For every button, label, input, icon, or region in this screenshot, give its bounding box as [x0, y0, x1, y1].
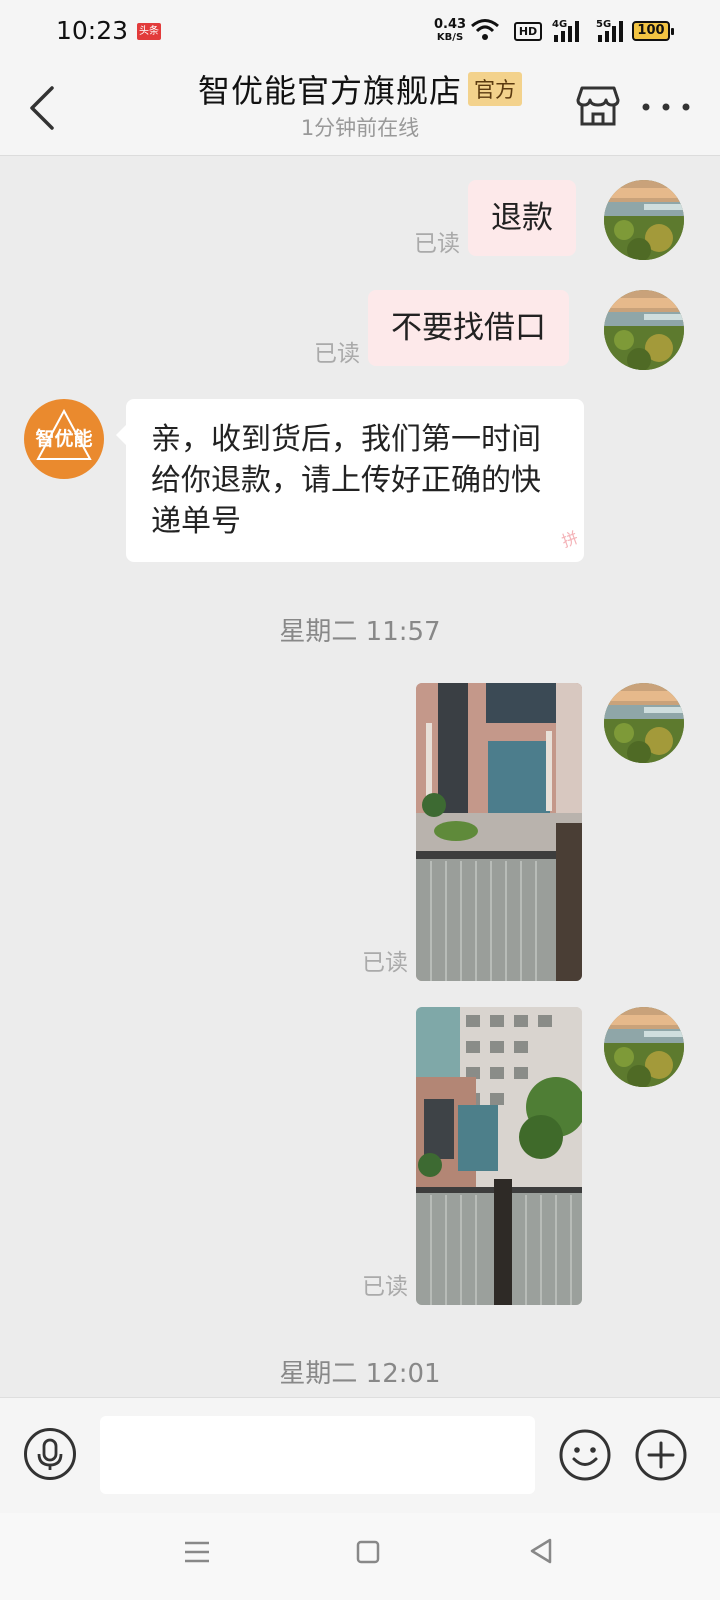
store-icon[interactable]	[576, 84, 620, 128]
network-speed: 0.43 KB/S	[434, 18, 466, 44]
smiley-icon[interactable]	[558, 1428, 612, 1482]
more-dots-icon[interactable]	[640, 92, 692, 122]
shop-title[interactable]: 智优能官方旗舰店	[198, 66, 462, 112]
timestamp: 星期二 11:57	[279, 617, 441, 647]
photo-message[interactable]	[416, 1007, 582, 1305]
message-input[interactable]	[100, 1416, 535, 1494]
message-text: 亲，收到货后，我们第一时间给你退款，请上传好正确的快递单号	[151, 422, 541, 539]
user-avatar[interactable]	[604, 290, 684, 370]
user-avatar[interactable]	[604, 683, 684, 763]
photo-message[interactable]	[416, 683, 582, 981]
status-time: 10:23	[56, 16, 129, 45]
home-square-icon[interactable]	[356, 1539, 380, 1565]
chat-area[interactable]: 退款 已读 不要找借口 已读 智优能 亲，收到货后，我们第一时间给你退款，请上传…	[0, 157, 720, 1397]
shop-avatar[interactable]: 智优能	[24, 399, 104, 479]
status-bar: 10:23 头条 0.43 KB/S HD 4G 5G 100	[0, 0, 720, 62]
user-avatar[interactable]	[604, 1007, 684, 1087]
wifi-icon	[471, 19, 499, 40]
shop-avatar-text: 智优能	[35, 428, 93, 450]
back-triangle-icon[interactable]	[528, 1537, 554, 1565]
user-avatar[interactable]	[604, 180, 684, 260]
svg-text:4G: 4G	[552, 19, 567, 30]
signal-4g-icon: 4G	[552, 19, 579, 42]
read-status: 已读	[414, 231, 460, 257]
message-bubble[interactable]: 不要找借口	[368, 290, 569, 366]
hd-voice-icon: HD	[514, 22, 542, 41]
menu-icon[interactable]	[184, 1539, 210, 1565]
plus-icon[interactable]	[634, 1428, 688, 1482]
network-speed-unit: KB/S	[436, 32, 464, 43]
chat-header: 智优能官方旗舰店 官方 1分钟前在线	[0, 62, 720, 156]
microphone-icon[interactable]	[24, 1428, 76, 1480]
read-status: 已读	[362, 950, 408, 976]
official-badge: 官方	[468, 72, 522, 106]
signal-5g-icon: 5G	[596, 19, 623, 42]
input-bar	[0, 1397, 720, 1513]
read-status: 已读	[314, 341, 360, 367]
news-badge: 头条	[137, 23, 161, 40]
network-speed-value: 0.43	[434, 17, 467, 32]
message-bubble[interactable]: 退款	[468, 180, 576, 256]
battery-icon: 100	[632, 21, 674, 41]
timestamp: 星期二 12:01	[279, 1359, 441, 1389]
microphone-glyph	[37, 1438, 63, 1470]
pinduoduo-mark: 拼	[559, 527, 581, 552]
svg-text:5G: 5G	[596, 19, 611, 30]
message-bubble[interactable]: 亲，收到货后，我们第一时间给你退款，请上传好正确的快递单号 拼	[116, 399, 584, 562]
read-status: 已读	[362, 1274, 408, 1300]
system-nav-bar	[0, 1513, 720, 1600]
